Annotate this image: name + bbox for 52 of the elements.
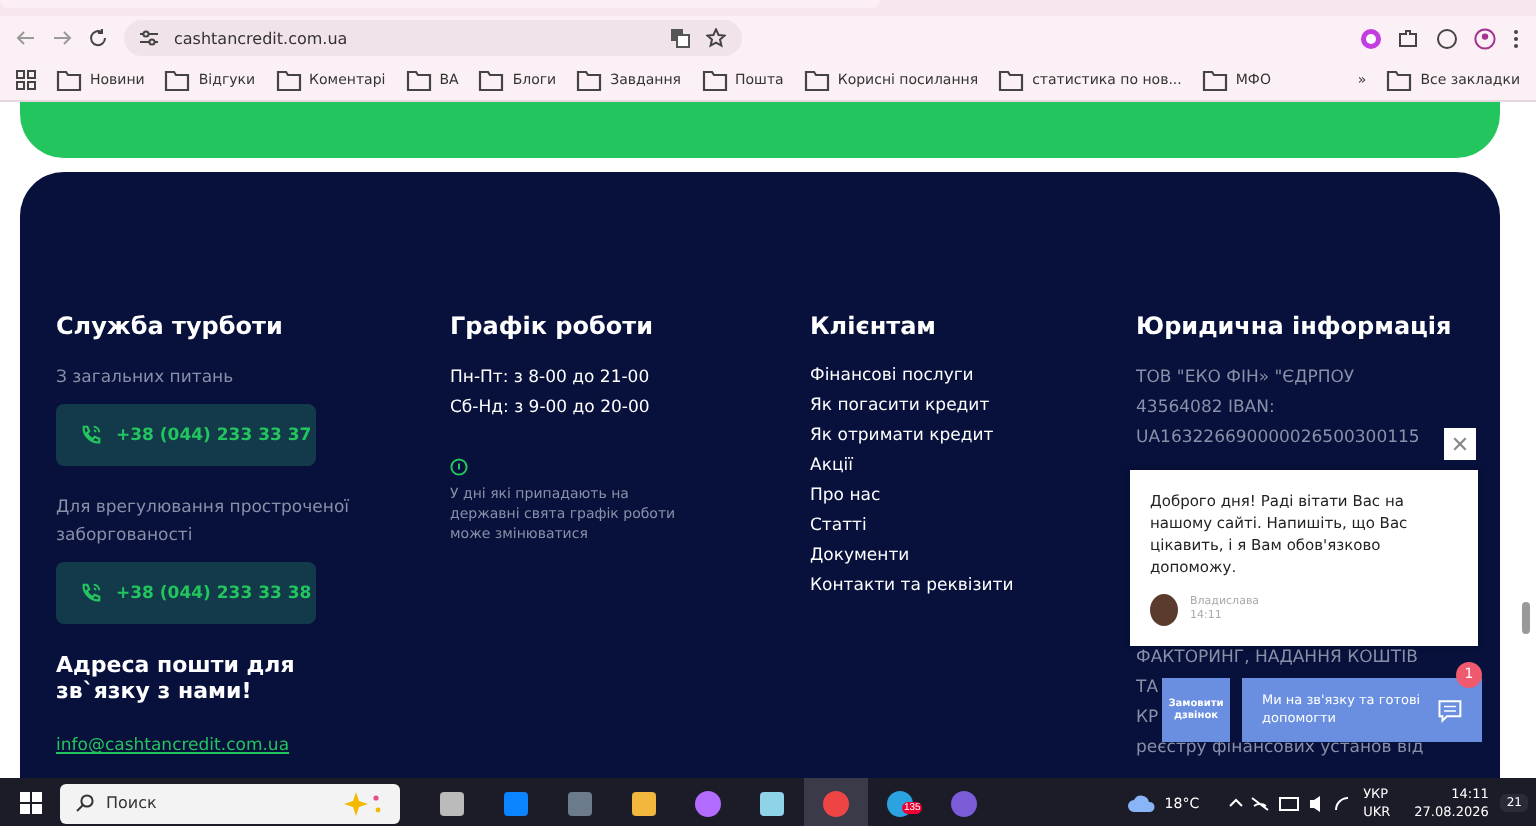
apps-grid-icon[interactable] [16, 70, 36, 90]
reload-icon[interactable] [88, 28, 108, 48]
profile-icon[interactable] [1474, 27, 1496, 49]
legal-text: ФАКТОРИНГ, НАДАННЯ КОШТІВ [1136, 646, 1418, 672]
email-heading: Адреса пошти для зв`язку з нами! [56, 652, 297, 704]
phone-caption: З загальних питань [56, 366, 236, 392]
column-heading: Служба турботи [56, 312, 285, 340]
menu-icon[interactable] [1512, 27, 1520, 49]
schedule-line: Пн-Пт: з 8-00 до 21-00 [450, 366, 652, 392]
column-heading: Клієнтам [810, 312, 938, 340]
extension-icon[interactable] [1360, 27, 1382, 49]
phone-caption: Для врегулювання простроченої заборгованості [56, 496, 352, 550]
search-icon [76, 794, 94, 812]
footer-link[interactable]: Про нас [810, 480, 1136, 514]
search-field[interactable]: Поиск [60, 783, 400, 823]
footer-link[interactable]: Документи [810, 540, 1136, 574]
phone-button[interactable]: +38 (044) 233 33 38 [56, 562, 316, 624]
legal-text: реєстру фінансових установ від [1136, 736, 1424, 762]
legal-text: UA163226690000026500300115 [1136, 426, 1420, 452]
legal-text: 43564082 IBAN: [1136, 396, 1275, 422]
email-link[interactable]: info@cashtancredit.com.ua [56, 736, 290, 756]
avatar [1150, 594, 1178, 626]
legal-text: ТА [1136, 676, 1159, 702]
address-bar[interactable]: cashtancredit.com.ua [124, 20, 742, 56]
close-button[interactable]: ✕ [1444, 428, 1476, 460]
column-heading: Графік роботи [450, 312, 655, 340]
column-heading: Юридична інформація [1136, 312, 1454, 340]
footer-link[interactable]: Як отримати кредит [810, 420, 1136, 454]
puzzle-icon[interactable] [1398, 27, 1420, 49]
legal-text: ТОВ "ЕКО ФІН» "ЄДРПОУ [1136, 366, 1355, 392]
phone-icon [80, 582, 102, 604]
scrollbar-thumb[interactable] [1522, 602, 1530, 634]
footer-link[interactable]: Акції [810, 450, 1136, 484]
cloud-icon [1128, 794, 1157, 812]
tray-icons-drawing [1227, 794, 1352, 812]
translate-icon[interactable] [670, 28, 690, 48]
footer-link[interactable]: Як погасити кредит [810, 390, 1136, 424]
footer-link[interactable]: Статті [810, 510, 1136, 544]
info-icon [450, 458, 468, 476]
star-icon[interactable] [706, 28, 726, 48]
windows-icon[interactable] [19, 792, 41, 814]
footer-link[interactable]: Контакти та реквізити [810, 570, 1136, 604]
legal-text: КР [1136, 706, 1159, 732]
sparkle-icon [340, 791, 384, 815]
chat-icon [1438, 695, 1462, 725]
footer-link[interactable]: Фінансові послуги [810, 360, 1136, 394]
forward-icon[interactable] [52, 28, 72, 48]
phone-icon [80, 424, 102, 446]
site-settings-icon[interactable] [140, 30, 158, 46]
back-icon[interactable] [16, 28, 36, 48]
schedule-line: Сб-Нд: з 9-00 до 20-00 [450, 396, 652, 422]
phone-button[interactable]: +38 (044) 233 33 37 [56, 404, 316, 466]
